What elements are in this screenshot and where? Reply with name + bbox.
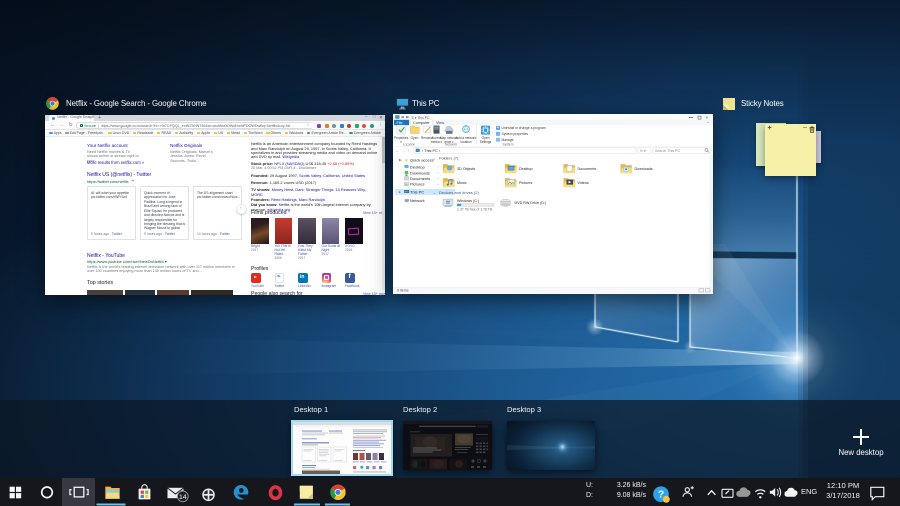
svg-text:Pictures: Pictures [410, 182, 424, 187]
svg-text:Manage: Manage [502, 138, 514, 142]
svg-text:⌄: ⌄ [433, 191, 436, 195]
svg-text:Music: Music [457, 181, 467, 185]
svg-text:→: → [401, 148, 405, 153]
svg-text:Network: Network [445, 143, 457, 147]
svg-text:⋆: ⋆ [437, 183, 439, 187]
svg-text:media ▾: media ▾ [431, 140, 443, 144]
svg-text:⋆: ⋆ [437, 171, 439, 175]
svg-text:location: location [461, 140, 472, 144]
svg-text:▸: ▸ [399, 191, 401, 195]
svg-text:System properties: System properties [502, 132, 529, 136]
svg-text:Uninstall or change a program: Uninstall or change a program [502, 126, 546, 130]
svg-text:⌄: ⌄ [433, 157, 436, 161]
svg-text:⋆: ⋆ [437, 177, 439, 181]
svg-text:Location: Location [403, 143, 416, 147]
svg-text:9 items: 9 items [397, 289, 409, 293]
svg-text:View: View [436, 121, 444, 125]
svg-text:Videos: Videos [578, 181, 589, 185]
svg-text:Documents: Documents [578, 167, 597, 171]
svg-text:Documents: Documents [410, 176, 430, 181]
svg-text:Computer: Computer [413, 121, 430, 125]
svg-text:Quick access: Quick access [410, 158, 434, 163]
svg-text:System: System [503, 143, 514, 147]
svg-text:↻ ▾: ↻ ▾ [640, 149, 646, 153]
svg-text:Open: Open [411, 136, 419, 140]
svg-text:› This PC ›: › This PC › [422, 150, 441, 154]
svg-text:Search This PC: Search This PC [655, 149, 681, 153]
svg-text:★: ★ [405, 158, 409, 163]
svg-text:14: 14 [179, 494, 187, 501]
svg-text:This PC: This PC [410, 190, 424, 195]
svg-text:⇅ ▾ This PC: ⇅ ▾ This PC [411, 116, 430, 120]
svg-text:Downloads: Downloads [635, 167, 653, 171]
svg-text:←: ← [395, 148, 399, 153]
svg-text:Windows (C:): Windows (C:) [457, 199, 479, 203]
svg-text:DVD RW Drive (D:): DVD RW Drive (D:) [515, 201, 547, 205]
svg-text:↑: ↑ [407, 148, 409, 153]
svg-text:Devices and drives (2): Devices and drives (2) [439, 190, 479, 195]
svg-text:1.37 TB free of 1.78 TB: 1.37 TB free of 1.78 TB [457, 208, 493, 212]
svg-text:Pictures: Pictures [519, 181, 532, 185]
svg-text:Folders (7): Folders (7) [439, 156, 459, 161]
svg-text:Downloads: Downloads [410, 171, 430, 176]
svg-text:File: File [397, 121, 403, 125]
svg-text:⋆: ⋆ [437, 165, 439, 169]
svg-text:Settings: Settings [480, 140, 492, 144]
svg-text:Desktop: Desktop [519, 167, 533, 171]
svg-text:^: ^ [707, 121, 709, 126]
svg-text:Network: Network [410, 198, 425, 203]
svg-text:3D Objects: 3D Objects [457, 167, 475, 171]
svg-text:Desktop: Desktop [410, 165, 425, 170]
